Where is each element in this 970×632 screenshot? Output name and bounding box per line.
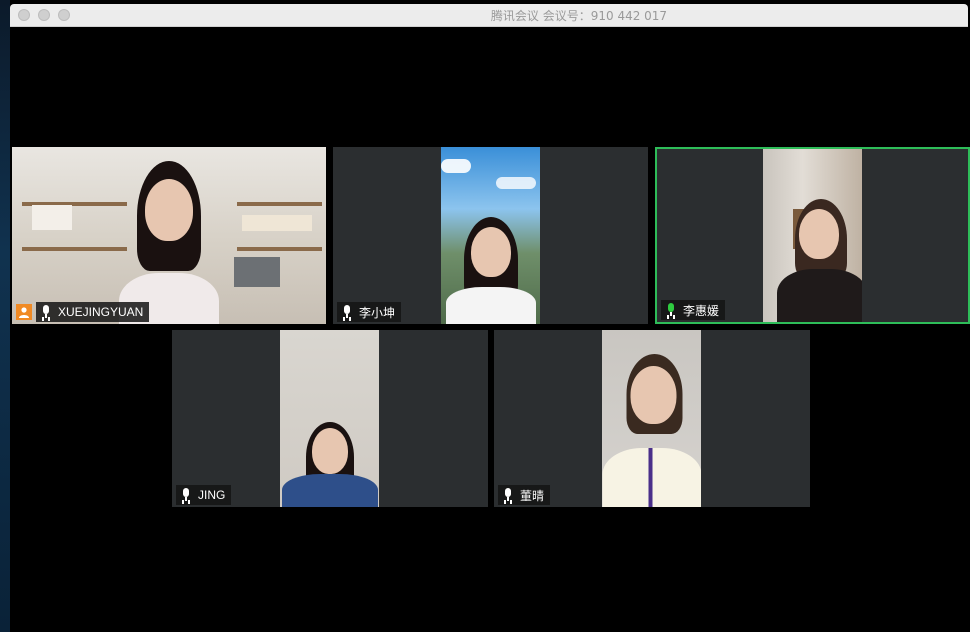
participant-video bbox=[763, 149, 862, 322]
participant-name: 李小坤 bbox=[359, 305, 396, 320]
video-tile-jing[interactable]: JING bbox=[172, 330, 488, 507]
desktop-edge bbox=[0, 0, 10, 632]
window-titlebar: 腾讯会议 会议号：910 442 017 bbox=[10, 4, 968, 27]
video-tile-dong-qing[interactable]: 董晴 bbox=[494, 330, 810, 507]
participant-video bbox=[441, 147, 540, 324]
participant-namebar: 李惠媛 bbox=[661, 300, 726, 320]
microphone-icon bbox=[40, 305, 52, 319]
participant-video bbox=[12, 147, 326, 324]
participant-figure bbox=[602, 354, 701, 507]
participant-video bbox=[280, 330, 379, 507]
microphone-icon bbox=[180, 488, 192, 502]
participant-name: XUEJINGYUAN bbox=[58, 305, 144, 319]
window-title: 腾讯会议 会议号：910 442 017 bbox=[490, 9, 668, 23]
participant-name: 董晴 bbox=[520, 488, 545, 503]
microphone-active-icon bbox=[665, 303, 677, 317]
participant-namebar: 李小坤 bbox=[337, 302, 402, 322]
participant-namebar: XUEJINGYUAN bbox=[16, 302, 150, 322]
video-tile-li-xiaokun[interactable]: 李小坤 bbox=[333, 147, 648, 324]
video-tile-xuejingyuan[interactable]: XUEJINGYUAN bbox=[12, 147, 326, 324]
microphone-icon bbox=[341, 305, 353, 319]
host-icon bbox=[16, 304, 32, 320]
participant-name: JING bbox=[198, 488, 226, 502]
participant-video bbox=[602, 330, 701, 507]
video-tile-li-huiyuan[interactable]: 李惠媛 bbox=[655, 147, 970, 324]
microphone-icon bbox=[502, 488, 514, 502]
participant-figure bbox=[777, 199, 862, 322]
participant-name: 李惠媛 bbox=[683, 303, 720, 318]
participant-namebar: JING bbox=[176, 485, 232, 505]
participant-figure bbox=[109, 161, 229, 324]
participant-figure bbox=[445, 217, 536, 324]
participant-namebar: 董晴 bbox=[498, 485, 551, 505]
participant-figure bbox=[281, 422, 378, 507]
